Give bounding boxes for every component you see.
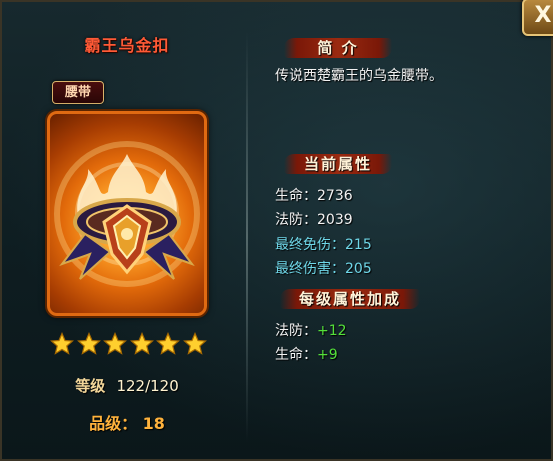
- item-name: 霸王乌金扣: [84, 36, 170, 55]
- star-rating: [50, 332, 210, 358]
- intro-text: 传说西楚霸王的乌金腰带。: [275, 68, 443, 84]
- grade-row: 品级： 18: [2, 410, 252, 434]
- star-icon: [182, 332, 207, 355]
- attr-magic-def: 法防：2039: [275, 212, 353, 228]
- grade-label: 品级：: [89, 414, 138, 433]
- star-icon: [129, 332, 154, 355]
- bonus-hp: 生命：+9: [275, 347, 338, 363]
- star-icon: [156, 332, 180, 355]
- column-divider: [246, 32, 248, 442]
- level-label: 等级: [75, 377, 106, 395]
- attr-hp: 生命：2736: [275, 188, 353, 204]
- star-icon: [103, 332, 127, 355]
- star-icon: [76, 332, 101, 355]
- attr-final-damage: 最终伤害：205: [275, 261, 372, 277]
- item-icon-card[interactable]: [47, 111, 207, 316]
- intro-header: 简 介: [284, 36, 392, 60]
- star-icon: [50, 332, 74, 355]
- grade-value: 18: [142, 414, 165, 433]
- item-type-tag: 腰带: [52, 81, 104, 104]
- level-value: 122/120: [116, 377, 179, 395]
- current-attrs-header: 当前属性: [284, 152, 392, 176]
- per-level-header: 每级属性加成: [280, 287, 420, 311]
- close-button[interactable]: X: [522, 0, 553, 36]
- bonus-magic-def: 法防：+12: [275, 323, 347, 339]
- level-row: 等级 122/120: [2, 375, 252, 396]
- attr-final-dmg-reduction: 最终免伤：215: [275, 237, 372, 253]
- belt-buckle-icon: [54, 141, 200, 287]
- item-info-panel: 霸王乌金扣 腰带 等级 122/120 品级： 18 简 介 传说西楚霸王的乌金…: [0, 0, 553, 461]
